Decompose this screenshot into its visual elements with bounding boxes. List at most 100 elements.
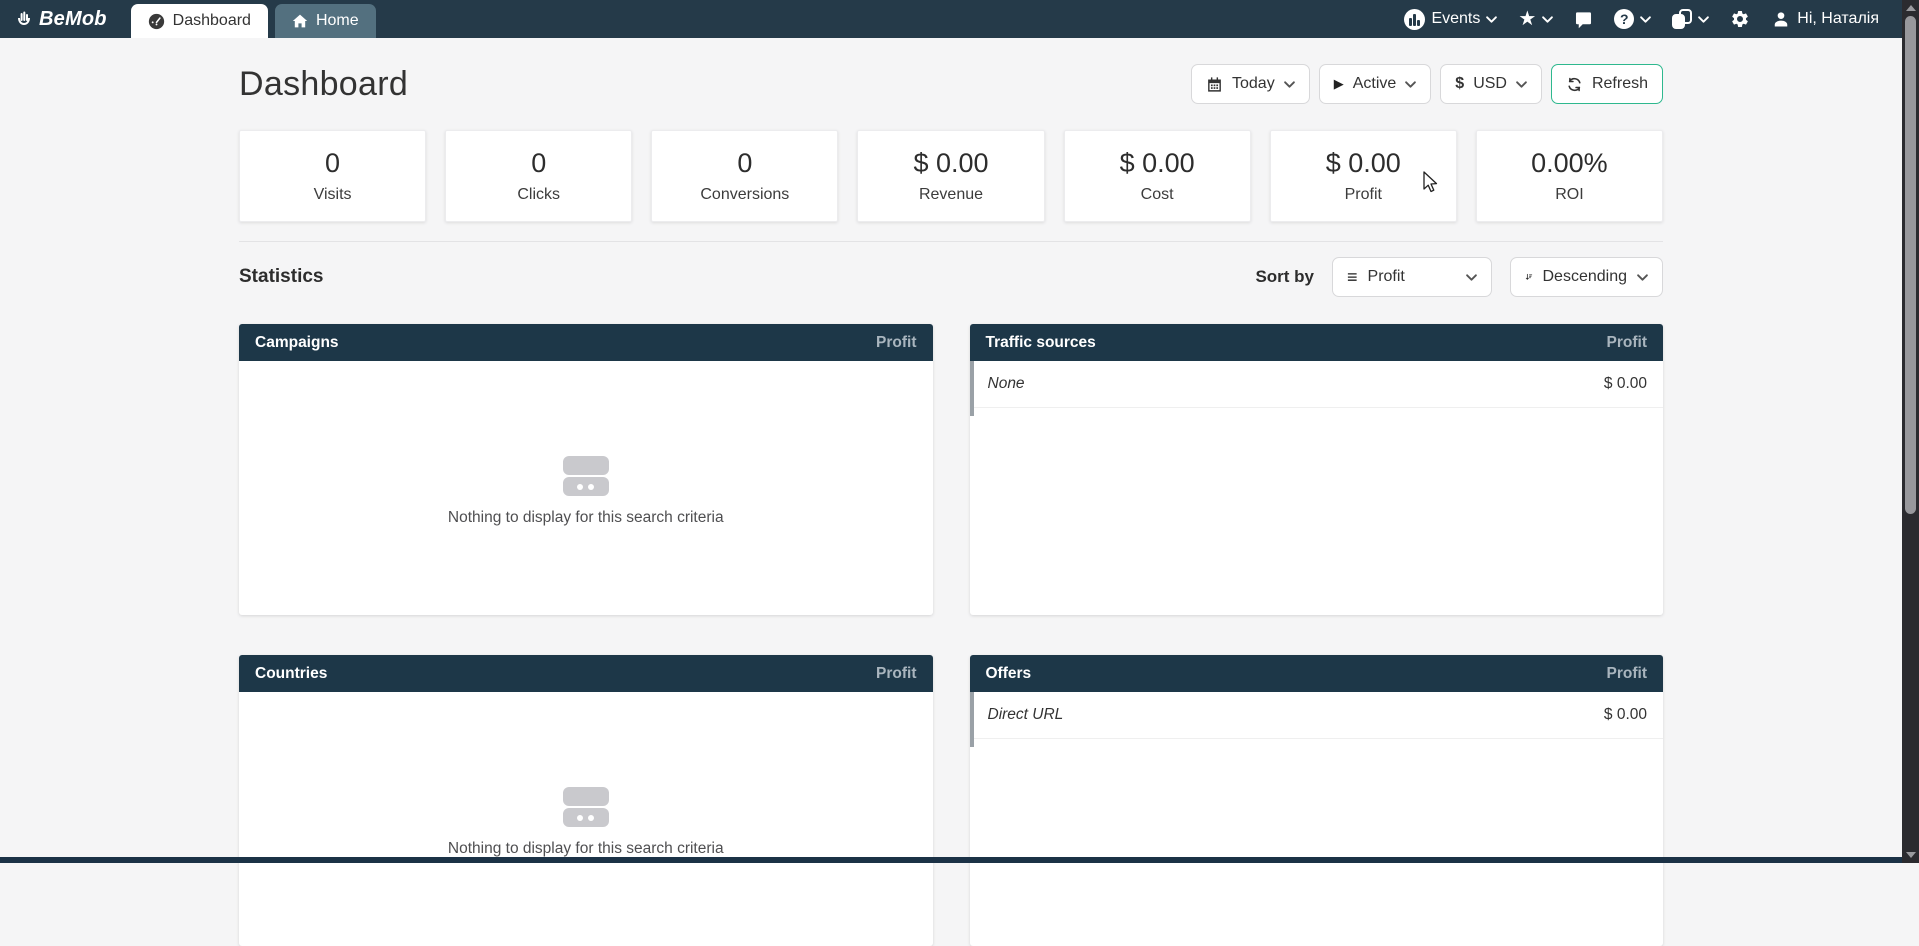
apps-icon [1672, 9, 1692, 29]
sort-order-select[interactable]: Descending [1510, 257, 1663, 297]
chevron-down-icon [1698, 16, 1709, 23]
panel-title: Offers [986, 665, 1032, 683]
countries-panel-body: Nothing to display for this search crite… [239, 692, 933, 946]
events-icon [1404, 9, 1425, 30]
panel-title: Countries [255, 665, 327, 683]
countries-panel: Countries Profit Nothing to display for … [239, 655, 933, 946]
row-value: $ 0.00 [1604, 706, 1647, 724]
traffic-sources-panel: Traffic sources Profit None $ 0.00 [970, 324, 1664, 615]
stat-label: ROI [1555, 186, 1583, 204]
resources-menu[interactable] [1672, 9, 1709, 29]
campaigns-panel-header[interactable]: Campaigns Profit [239, 324, 933, 361]
statistics-panels: Campaigns Profit Nothing to display for … [239, 324, 1663, 946]
sort-by-label: Sort by [1255, 267, 1314, 287]
currency-button[interactable]: $ USD [1440, 64, 1542, 104]
stat-label: Conversions [700, 186, 789, 204]
user-icon [1771, 9, 1791, 29]
panel-metric: Profit [1607, 334, 1647, 352]
sort-order-value: Descending [1543, 268, 1628, 286]
home-icon [292, 13, 308, 29]
empty-state: Nothing to display for this search crite… [239, 456, 933, 527]
table-row[interactable]: None $ 0.00 [970, 361, 1664, 408]
feedback-button[interactable] [1574, 10, 1593, 29]
sort-field-value: Profit [1368, 268, 1405, 286]
scrollbar-thumb[interactable] [1905, 16, 1916, 514]
favorites-menu[interactable]: ★ [1518, 9, 1553, 29]
stat-label: Cost [1141, 186, 1174, 204]
table-row[interactable]: Direct URL $ 0.00 [970, 692, 1664, 739]
date-range-label: Today [1232, 75, 1275, 93]
chevron-down-icon [1542, 16, 1553, 23]
traffic-sources-panel-header[interactable]: Traffic sources Profit [970, 324, 1664, 361]
stat-card-visits[interactable]: 0 Visits [239, 130, 426, 222]
calendar-icon [1206, 76, 1223, 93]
countries-panel-header[interactable]: Countries Profit [239, 655, 933, 692]
vertical-scrollbar[interactable] [1902, 0, 1919, 863]
row-value: $ 0.00 [1604, 375, 1647, 393]
sort-controls: Sort by ≡ Profit Descending [1255, 257, 1663, 297]
stat-label: Revenue [919, 186, 983, 204]
help-menu[interactable]: ? [1614, 9, 1651, 29]
tab-home-label: Home [316, 12, 359, 30]
row-name: Direct URL [988, 706, 1064, 724]
stat-card-cost[interactable]: $ 0.00 Cost [1064, 130, 1251, 222]
row-name: None [988, 375, 1025, 393]
stats-cards: 0 Visits 0 Clicks 0 Conversions $ 0.00 R… [239, 130, 1663, 222]
stat-card-profit[interactable]: $ 0.00 Profit [1270, 130, 1457, 222]
refresh-label: Refresh [1592, 75, 1648, 93]
stat-value: 0 [531, 148, 546, 179]
active-status-icon: ▶ [1334, 76, 1344, 92]
scroll-up-arrow[interactable] [1906, 5, 1916, 11]
chevron-down-icon [1284, 81, 1295, 88]
tab-dashboard[interactable]: Dashboard [131, 4, 268, 38]
stat-value: 0 [737, 148, 752, 179]
empty-state-icon [563, 456, 609, 496]
sort-order-icon [1525, 269, 1533, 285]
bemob-logo[interactable]: BeMob [14, 0, 107, 38]
tab-bar: Dashboard Home [131, 0, 376, 38]
currency-label: USD [1473, 75, 1507, 93]
user-menu[interactable]: Hi, Наталія [1771, 9, 1879, 29]
stat-card-conversions[interactable]: 0 Conversions [651, 130, 838, 222]
panel-metric: Profit [876, 334, 916, 352]
offers-panel-header[interactable]: Offers Profit [970, 655, 1664, 692]
dashboard-icon [148, 13, 165, 30]
stat-value: $ 0.00 [1120, 148, 1195, 179]
stat-card-roi[interactable]: 0.00% ROI [1476, 130, 1663, 222]
traffic-sources-panel-body: None $ 0.00 [970, 361, 1664, 615]
events-label: Events [1431, 10, 1480, 28]
stat-card-revenue[interactable]: $ 0.00 Revenue [857, 130, 1044, 222]
chevron-down-icon [1405, 81, 1416, 88]
date-range-button[interactable]: Today [1191, 64, 1310, 104]
sort-field-icon: ≡ [1347, 268, 1358, 286]
stat-label: Visits [314, 186, 352, 204]
topbar-actions: Events ★ ? Hi, Нат [1404, 0, 1879, 38]
stat-value: 0.00% [1531, 148, 1608, 179]
user-greeting: Hi, Наталія [1797, 10, 1879, 28]
statistics-title: Statistics [239, 266, 323, 288]
refresh-button[interactable]: Refresh [1551, 64, 1663, 104]
sort-field-select[interactable]: ≡ Profit [1332, 257, 1492, 297]
status-filter-button[interactable]: ▶ Active [1319, 64, 1432, 104]
statistics-header: Statistics Sort by ≡ Profit Descending [239, 257, 1663, 297]
empty-state-text: Nothing to display for this search crite… [448, 509, 724, 527]
page-header: Dashboard Today ▶ Active $ USD [239, 62, 1663, 106]
stat-label: Profit [1345, 186, 1382, 204]
stat-card-clicks[interactable]: 0 Clicks [445, 130, 632, 222]
status-filter-label: Active [1353, 75, 1397, 93]
empty-state-text: Nothing to display for this search crite… [448, 840, 724, 858]
chevron-down-icon [1466, 274, 1477, 281]
campaigns-panel: Campaigns Profit Nothing to display for … [239, 324, 933, 615]
events-menu[interactable]: Events [1404, 9, 1497, 30]
stat-label: Clicks [517, 186, 560, 204]
chevron-down-icon [1516, 81, 1527, 88]
tab-home[interactable]: Home [275, 4, 376, 38]
settings-button[interactable] [1730, 9, 1750, 29]
dashboard-page: Dashboard Today ▶ Active $ USD [0, 62, 1919, 946]
refresh-icon [1566, 76, 1583, 93]
scroll-down-arrow[interactable] [1906, 852, 1916, 858]
gear-icon [1730, 9, 1750, 29]
chevron-down-icon [1637, 274, 1648, 281]
currency-icon: $ [1455, 75, 1464, 93]
empty-state: Nothing to display for this search crite… [239, 787, 933, 858]
